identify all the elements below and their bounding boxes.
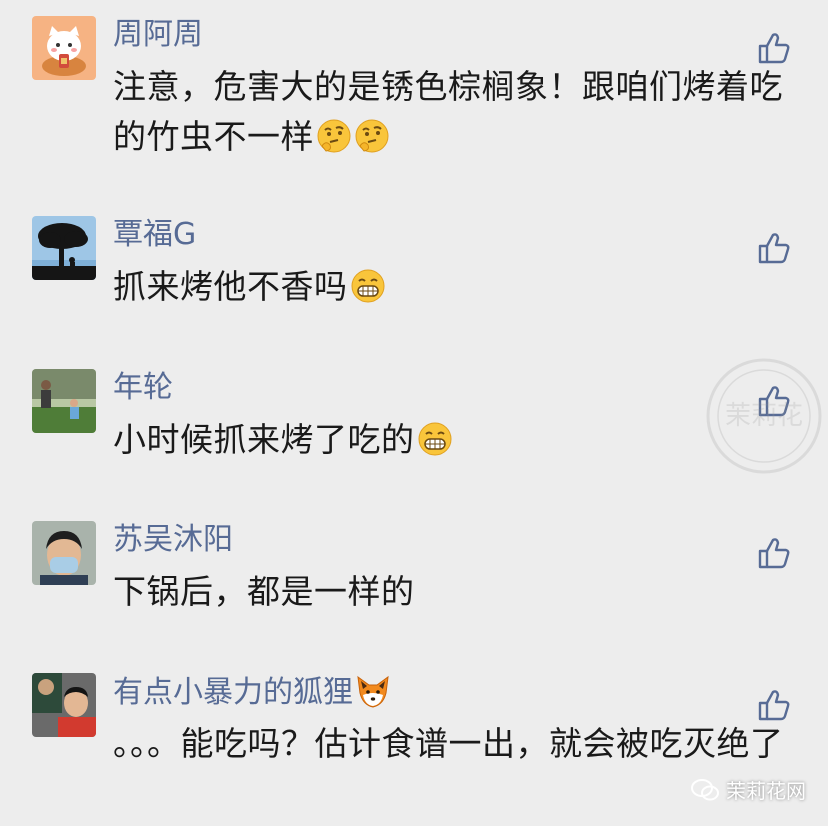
seal-text: 茉莉花: [725, 401, 803, 431]
comment-text-content: 下锅后，都是一样的: [113, 572, 415, 611]
grinning-face-icon: [418, 422, 451, 456]
avatar[interactable]: [32, 16, 96, 80]
thinking-face-icon: [317, 119, 351, 153]
comment-text: 小时候抓来烤了吃的: [113, 415, 793, 465]
avatar[interactable]: [32, 673, 96, 737]
footer-watermark-text: 茉莉花网: [726, 779, 806, 803]
comment-text-content: 注意，危害大的是锈色棕榈象！跟咱们烤着吃的竹虫不一样: [113, 67, 783, 156]
avatar[interactable]: [32, 216, 96, 280]
cat-avatar-image: [32, 16, 96, 80]
comment-text: 注意，危害大的是锈色棕榈象！跟咱们烤着吃的竹虫不一样: [113, 62, 793, 162]
thinking-face-icon: [355, 119, 389, 153]
boy-mask-avatar-image: [32, 521, 96, 585]
comment-text-content: 小时候抓来烤了吃的: [113, 420, 415, 459]
thumbs-up-icon: [758, 538, 790, 569]
comment-text: 抓来烤他不香吗: [113, 262, 793, 312]
author-name[interactable]: 苏吴沐阳: [113, 521, 233, 559]
kid-photo-avatar-image: [32, 673, 96, 737]
author-name-text: 有点小暴力的狐狸: [113, 675, 353, 710]
comment-text-content: 。。。能吃吗？估计食谱一出，就会被吃灭绝了: [113, 724, 784, 763]
author-name[interactable]: 覃福G: [113, 216, 196, 254]
author-name[interactable]: 周阿周: [113, 16, 203, 54]
author-name[interactable]: 年轮: [113, 369, 173, 407]
footer-watermark: 茉莉花网: [690, 775, 806, 804]
author-name[interactable]: 有点小暴力的狐狸: [113, 673, 391, 712]
like-button[interactable]: [756, 687, 792, 723]
avatar[interactable]: [32, 521, 96, 585]
grinning-face-icon: [351, 269, 384, 303]
like-button[interactable]: [756, 30, 792, 66]
avatar[interactable]: [32, 369, 96, 433]
seal-logo-icon: 茉莉花: [706, 358, 822, 474]
park-photo-avatar-image: [32, 369, 96, 433]
comment-text: 。。。能吃吗？估计食谱一出，就会被吃灭绝了: [113, 719, 793, 769]
tree-silhouette-avatar-image: [32, 216, 96, 280]
like-button[interactable]: [756, 230, 792, 266]
wechat-logo-icon: [691, 778, 719, 800]
like-button[interactable]: [756, 535, 792, 571]
thumbs-up-icon: [758, 690, 790, 721]
thumbs-up-icon: [758, 233, 790, 264]
comment-text: 下锅后，都是一样的: [113, 567, 793, 617]
watermark-seal: 茉莉花: [704, 356, 824, 476]
fox-face-icon: [357, 675, 389, 708]
comment-text-content: 抓来烤他不香吗: [113, 267, 348, 306]
thumbs-up-icon: [758, 33, 790, 64]
